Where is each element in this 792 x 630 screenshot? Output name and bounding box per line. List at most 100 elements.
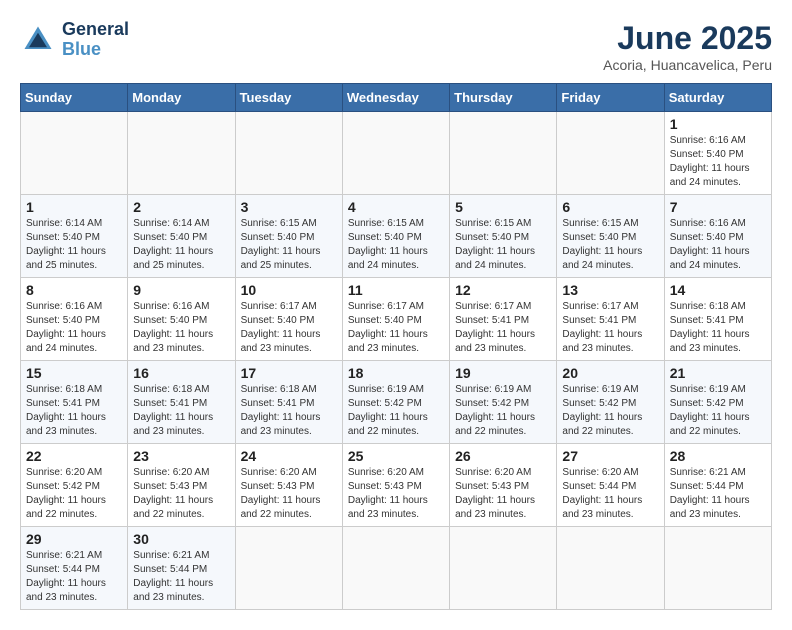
day-info: Sunrise: 6:21 AM Sunset: 5:44 PM Dayligh… [26,549,122,605]
calendar-cell: 4Sunrise: 6:15 AM Sunset: 5:40 PM Daylig… [342,195,449,278]
calendar-cell: 16Sunrise: 6:18 AM Sunset: 5:41 PM Dayli… [128,361,235,444]
logo-line1: General [62,20,129,40]
day-info: Sunrise: 6:16 AM Sunset: 5:40 PM Dayligh… [133,300,229,356]
day-info: Sunrise: 6:19 AM Sunset: 5:42 PM Dayligh… [670,383,766,439]
day-info: Sunrise: 6:18 AM Sunset: 5:41 PM Dayligh… [26,383,122,439]
day-number: 2 [133,199,229,215]
month-title: June 2025 [603,20,772,57]
day-number: 18 [348,365,444,381]
calendar-cell [557,527,664,610]
calendar-cell: 21 Sunrise: 6:19 AM Sunset: 5:42 PM Dayli… [664,361,771,444]
calendar-cell: 9 Sunrise: 6:16 AM Sunset: 5:40 PM Daylig… [128,278,235,361]
logo-text: General Blue [62,20,129,60]
day-info: Sunrise: 6:17 AM Sunset: 5:41 PM Dayligh… [562,300,658,356]
title-area: June 2025 Acoria, Huancavelica, Peru [603,20,772,73]
calendar-cell: 23Sunrise: 6:20 AM Sunset: 5:43 PM Dayli… [128,444,235,527]
logo-icon [20,22,56,58]
page-header: General Blue June 2025 Acoria, Huancavel… [20,20,772,73]
day-number: 5 [455,199,551,215]
day-number: 30 [133,531,229,547]
day-number: 23 [133,448,229,464]
calendar-week-row: 22Sunrise: 6:20 AM Sunset: 5:42 PM Dayli… [21,444,772,527]
day-info: Sunrise: 6:16 AM Sunset: 5:40 PM Dayligh… [670,134,766,190]
logo-line2: Blue [62,40,129,60]
day-number: 13 [562,282,658,298]
day-info: Sunrise: 6:18 AM Sunset: 5:41 PM Dayligh… [670,300,766,356]
day-number: 15 [26,365,122,381]
day-number: 12 [455,282,551,298]
day-info: Sunrise: 6:15 AM Sunset: 5:40 PM Dayligh… [562,217,658,273]
calendar-cell: 15 Sunrise: 6:18 AM Sunset: 5:41 PM Dayli… [21,361,128,444]
day-of-week-header: Thursday [450,84,557,112]
calendar-cell: 5 Sunrise: 6:15 AM Sunset: 5:40 PM Daylig… [450,195,557,278]
day-of-week-header: Sunday [21,84,128,112]
day-of-week-header: Wednesday [342,84,449,112]
calendar-cell [342,112,449,195]
day-info: Sunrise: 6:21 AM Sunset: 5:44 PM Dayligh… [133,549,229,605]
day-number: 21 [670,365,766,381]
day-of-week-header: Saturday [664,84,771,112]
day-number: 4 [348,199,444,215]
calendar-cell: 10Sunrise: 6:17 AM Sunset: 5:40 PM Dayli… [235,278,342,361]
calendar-cell: 26 Sunrise: 6:20 AM Sunset: 5:43 PM Dayli… [450,444,557,527]
day-info: Sunrise: 6:19 AM Sunset: 5:42 PM Dayligh… [455,383,551,439]
day-info: Sunrise: 6:17 AM Sunset: 5:40 PM Dayligh… [348,300,444,356]
day-number: 1 [670,116,766,132]
day-info: Sunrise: 6:16 AM Sunset: 5:40 PM Dayligh… [670,217,766,273]
calendar-cell [557,112,664,195]
day-number: 3 [241,199,337,215]
day-info: Sunrise: 6:15 AM Sunset: 5:40 PM Dayligh… [241,217,337,273]
calendar-week-row: 1 Sunrise: 6:14 AM Sunset: 5:40 PM Daylig… [21,195,772,278]
day-number: 20 [562,365,658,381]
calendar-cell: 18 Sunrise: 6:19 AM Sunset: 5:42 PM Dayli… [342,361,449,444]
calendar-cell: 11 Sunrise: 6:17 AM Sunset: 5:40 PM Dayli… [342,278,449,361]
day-number: 10 [241,282,337,298]
day-number: 24 [241,448,337,464]
calendar-week-row: 15 Sunrise: 6:18 AM Sunset: 5:41 PM Dayli… [21,361,772,444]
day-number: 16 [133,365,229,381]
day-number: 19 [455,365,551,381]
day-number: 28 [670,448,766,464]
calendar-table: SundayMondayTuesdayWednesdayThursdayFrid… [20,83,772,610]
day-info: Sunrise: 6:20 AM Sunset: 5:44 PM Dayligh… [562,466,658,522]
day-number: 9 [133,282,229,298]
day-info: Sunrise: 6:20 AM Sunset: 5:43 PM Dayligh… [455,466,551,522]
calendar-cell: 1 Sunrise: 6:14 AM Sunset: 5:40 PM Daylig… [21,195,128,278]
day-info: Sunrise: 6:15 AM Sunset: 5:40 PM Dayligh… [455,217,551,273]
calendar-cell: 19 Sunrise: 6:19 AM Sunset: 5:42 PM Dayli… [450,361,557,444]
day-info: Sunrise: 6:14 AM Sunset: 5:40 PM Dayligh… [26,217,122,273]
calendar-week-row: 8 Sunrise: 6:16 AM Sunset: 5:40 PM Daylig… [21,278,772,361]
calendar-cell [235,527,342,610]
day-number: 6 [562,199,658,215]
calendar-header-row: SundayMondayTuesdayWednesdayThursdayFrid… [21,84,772,112]
day-info: Sunrise: 6:16 AM Sunset: 5:40 PM Dayligh… [26,300,122,356]
day-number: 22 [26,448,122,464]
day-number: 14 [670,282,766,298]
logo: General Blue [20,20,129,60]
day-number: 1 [26,199,122,215]
day-info: Sunrise: 6:19 AM Sunset: 5:42 PM Dayligh… [348,383,444,439]
day-info: Sunrise: 6:17 AM Sunset: 5:41 PM Dayligh… [455,300,551,356]
day-of-week-header: Monday [128,84,235,112]
calendar-cell: 29 Sunrise: 6:21 AM Sunset: 5:44 PM Dayli… [21,527,128,610]
day-number: 27 [562,448,658,464]
day-info: Sunrise: 6:21 AM Sunset: 5:44 PM Dayligh… [670,466,766,522]
calendar-cell: 1 Sunrise: 6:16 AM Sunset: 5:40 PM Daylig… [664,112,771,195]
location-title: Acoria, Huancavelica, Peru [603,57,772,73]
day-info: Sunrise: 6:20 AM Sunset: 5:43 PM Dayligh… [241,466,337,522]
calendar-week-row: 29 Sunrise: 6:21 AM Sunset: 5:44 PM Dayli… [21,527,772,610]
calendar-cell: 30 Sunrise: 6:21 AM Sunset: 5:44 PM Dayli… [128,527,235,610]
day-number: 29 [26,531,122,547]
calendar-cell: 2Sunrise: 6:14 AM Sunset: 5:40 PM Daylig… [128,195,235,278]
calendar-cell: 3 Sunrise: 6:15 AM Sunset: 5:40 PM Daylig… [235,195,342,278]
calendar-cell: 27 Sunrise: 6:20 AM Sunset: 5:44 PM Dayli… [557,444,664,527]
day-number: 25 [348,448,444,464]
day-number: 26 [455,448,551,464]
day-number: 17 [241,365,337,381]
day-number: 8 [26,282,122,298]
day-number: 11 [348,282,444,298]
calendar-cell [664,527,771,610]
calendar-cell: 12 Sunrise: 6:17 AM Sunset: 5:41 PM Dayli… [450,278,557,361]
calendar-cell: 6 Sunrise: 6:15 AM Sunset: 5:40 PM Daylig… [557,195,664,278]
calendar-cell [450,527,557,610]
